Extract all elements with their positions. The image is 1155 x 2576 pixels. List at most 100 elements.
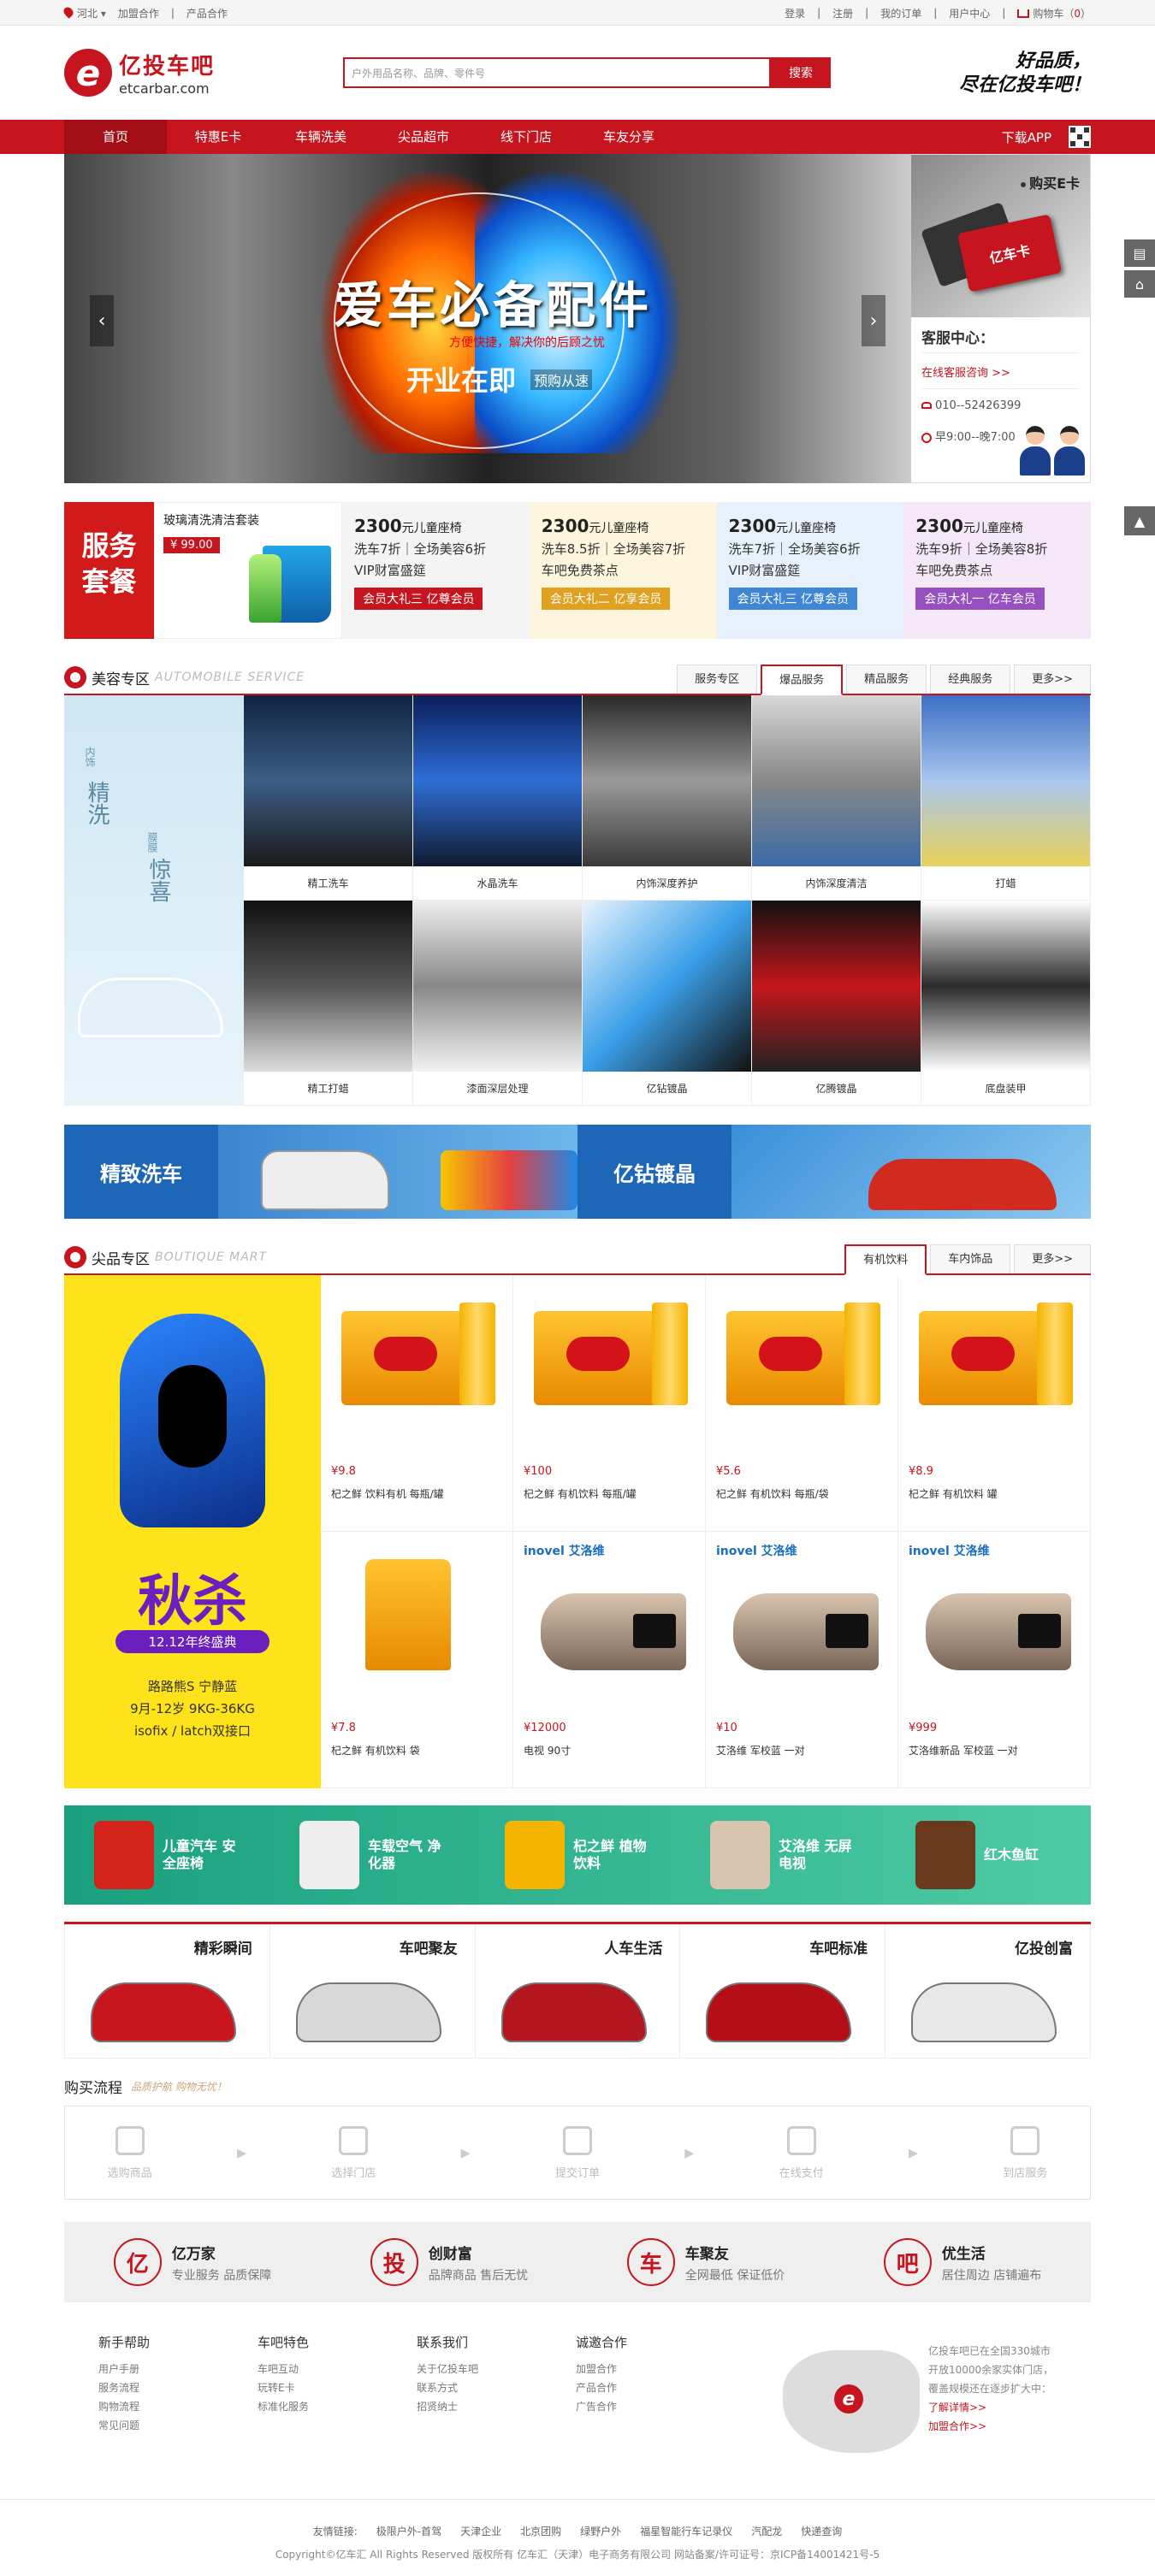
car-seat-promo[interactable]: 秋杀 12.12年终盛典 路路熊S 宁静蓝 9月-12岁 9KG-36KG is… [64, 1275, 321, 1788]
tab-beauty[interactable]: 服务专区 [677, 665, 758, 694]
friend-link[interactable]: 北京团购 [520, 2524, 561, 2538]
service-card[interactable]: 漆面深层处理 [413, 901, 583, 1106]
service-card[interactable]: 亿钻镀晶 [583, 901, 752, 1106]
deal-line-2: 车吧免费茶点 [541, 563, 619, 578]
feature-tile[interactable]: 精彩瞬间 [64, 1924, 270, 2059]
footer-link[interactable]: 车吧互动 [258, 2360, 417, 2378]
service-image [583, 695, 751, 866]
footer-link[interactable]: 用户手册 [98, 2360, 258, 2378]
feature-tile[interactable]: 人车生活 [475, 1924, 681, 2059]
service-card[interactable]: 底盘装甲 [921, 901, 1091, 1106]
member-deal[interactable]: 2300元儿童座椅 洗车9折｜全场美容8折 车吧免费茶点 会员大礼一 亿车会员 [903, 502, 1091, 639]
qr-code-icon[interactable] [1069, 126, 1091, 148]
service-card[interactable]: 精工洗车 [244, 695, 413, 901]
footer-link[interactable]: 服务流程 [98, 2378, 258, 2397]
coating-banner-label[interactable]: 亿钻镀晶 [578, 1125, 732, 1219]
footer-link[interactable]: 常见问题 [98, 2416, 258, 2435]
tab-beauty[interactable]: 经典服务 [930, 665, 1011, 694]
tab-boutique[interactable]: 有机饮料 [844, 1244, 927, 1275]
product-card[interactable]: inovel 艾洛维 ¥999 艾洛维新品 军校蓝 一对 [898, 1532, 1091, 1788]
back-to-top-icon[interactable]: ▲ [1124, 506, 1155, 535]
tab-beauty[interactable]: 更多>> [1014, 665, 1091, 694]
map-join-link[interactable]: 加盟合作>> [928, 2417, 1091, 2436]
footer-link[interactable]: 玩转E卡 [258, 2378, 417, 2397]
product-card[interactable]: inovel 艾洛维 ¥12000 电视 90寸 [513, 1532, 706, 1788]
product-card[interactable]: ¥5.6 杞之鲜 有机饮料 每瓶/袋 [706, 1275, 898, 1532]
footer-link[interactable]: 购物流程 [98, 2397, 258, 2416]
buy-ecard-link[interactable]: 购买E卡 [1021, 172, 1080, 192]
register-link[interactable]: 注册 [832, 6, 853, 21]
cart-link[interactable]: 购物车（0） [1017, 6, 1091, 21]
location-selector[interactable]: 河北 ▾ [62, 4, 106, 21]
product-card[interactable]: ¥7.8 杞之鲜 有机饮料 袋 [321, 1532, 513, 1788]
user-center-link[interactable]: 用户中心 [949, 6, 990, 21]
nav-home[interactable]: 首页 [64, 120, 167, 154]
service-card[interactable]: 内饰深度清洁 [752, 695, 921, 901]
footer-link[interactable]: 产品合作 [576, 2378, 735, 2397]
tab-beauty[interactable]: 爆品服务 [761, 665, 844, 695]
friend-link[interactable]: 天津企业 [460, 2524, 501, 2538]
featured-product[interactable]: 玻璃清洗清洁套装 ¥ 99.00 [154, 502, 342, 639]
category-item[interactable]: 红木鱼缸 [915, 1821, 1061, 1889]
product-card[interactable]: inovel 艾洛维 ¥10 艾洛维 军校蓝 一对 [706, 1532, 898, 1788]
friend-link[interactable]: 汽配龙 [751, 2524, 782, 2538]
nav-ecard[interactable]: 特惠E卡 [167, 120, 270, 154]
friend-link[interactable]: 快递查询 [801, 2524, 842, 2538]
deal-tag: 会员大礼三 亿尊会员 [728, 588, 857, 610]
friend-link[interactable]: 绿野户外 [580, 2524, 621, 2538]
nav-wash[interactable]: 车辆洗美 [270, 120, 372, 154]
ecard-promo[interactable]: 购买E卡 亿车卡 [911, 155, 1090, 317]
product-card[interactable]: ¥8.9 杞之鲜 有机饮料 罐 [898, 1275, 1091, 1532]
friend-link[interactable]: 极限户外-首驾 [376, 2524, 441, 2538]
slide-prev-button[interactable]: ‹ [90, 295, 114, 346]
site-logo[interactable]: e 亿投车吧 etcarbar.com [64, 49, 215, 97]
coating-banner-image[interactable] [732, 1125, 1091, 1219]
friend-link[interactable]: 福星智能行车记录仪 [640, 2524, 732, 2538]
nav-share[interactable]: 车友分享 [578, 120, 680, 154]
service-card[interactable]: 内饰深度养护 [583, 695, 752, 901]
member-deal[interactable]: 2300元儿童座椅 洗车7折｜全场美容6折 VIP财富盛筵 会员大礼三 亿尊会员 [342, 502, 530, 639]
map-more-link[interactable]: 了解详情>> [928, 2398, 1091, 2417]
home-float-icon[interactable]: ⌂ [1124, 270, 1155, 298]
hero-slide[interactable]: 爱车必备配件 方便快捷，解决你的后顾之忧 开业在即 预购从速 ‹ › [64, 154, 911, 483]
online-cs-link[interactable]: 在线客服咨询 >> [921, 363, 1080, 389]
tab-beauty[interactable]: 精品服务 [846, 665, 927, 694]
service-card[interactable]: 水晶洗车 [413, 695, 583, 901]
category-item[interactable]: 车载空气 净化器 [299, 1821, 445, 1889]
search-input[interactable]: 户外用品名称、品牌、零件号 [343, 57, 771, 88]
footer-link[interactable]: 标准化服务 [258, 2397, 417, 2416]
member-deal[interactable]: 2300元儿童座椅 洗车7折｜全场美容6折 VIP财富盛筵 会员大礼三 亿尊会员 [716, 502, 904, 639]
footer-link[interactable]: 联系方式 [417, 2378, 576, 2397]
service-card[interactable]: 亿腾镀晶 [752, 901, 921, 1106]
feature-tile[interactable]: 亿投创富 [886, 1924, 1091, 2059]
category-item[interactable]: 杞之鲜 植物饮料 [505, 1821, 650, 1889]
feature-tile[interactable]: 车吧聚友 [270, 1924, 476, 2059]
slide-next-button[interactable]: › [862, 295, 886, 346]
product-coop-link[interactable]: 产品合作 [187, 6, 228, 21]
feature-tile[interactable]: 车吧标准 [680, 1924, 886, 2059]
cart-float-icon[interactable]: ▤ [1124, 239, 1155, 267]
category-item[interactable]: 儿童汽车 安全座椅 [94, 1821, 240, 1889]
beauty-side-banner[interactable]: 内饰 精洗 膜膜 惊喜 [64, 695, 244, 1106]
download-app-link[interactable]: 下载APP [1002, 128, 1051, 146]
footer-link[interactable]: 关于亿投车吧 [417, 2360, 576, 2378]
login-link[interactable]: 登录 [785, 6, 805, 21]
footer-link[interactable]: 招贤纳士 [417, 2397, 576, 2416]
my-orders-link[interactable]: 我的订单 [880, 6, 921, 21]
service-card[interactable]: 打蜡 [921, 695, 1091, 901]
product-card[interactable]: ¥100 杞之鲜 有机饮料 每瓶/罐 [513, 1275, 706, 1532]
nav-stores[interactable]: 线下门店 [475, 120, 578, 154]
nav-mart[interactable]: 尖品超市 [372, 120, 475, 154]
search-button[interactable]: 搜索 [771, 57, 831, 88]
join-link[interactable]: 加盟合作 [118, 6, 159, 21]
member-deal[interactable]: 2300元儿童座椅 洗车8.5折｜全场美容7折 车吧免费茶点 会员大礼二 亿享会… [529, 502, 717, 639]
footer-link[interactable]: 加盟合作 [576, 2360, 735, 2378]
tab-boutique[interactable]: 更多>> [1014, 1244, 1091, 1273]
product-card[interactable]: ¥9.8 杞之鲜 饮料有机 每瓶/罐 [321, 1275, 513, 1532]
tab-boutique[interactable]: 车内饰品 [930, 1244, 1011, 1273]
category-item[interactable]: 艾洛维 无屏电视 [710, 1821, 856, 1889]
wash-banner-label[interactable]: 精致洗车 [64, 1125, 218, 1219]
wash-banner-image[interactable] [218, 1125, 578, 1219]
footer-link[interactable]: 广告合作 [576, 2397, 735, 2416]
service-card[interactable]: 精工打蜡 [244, 901, 413, 1106]
